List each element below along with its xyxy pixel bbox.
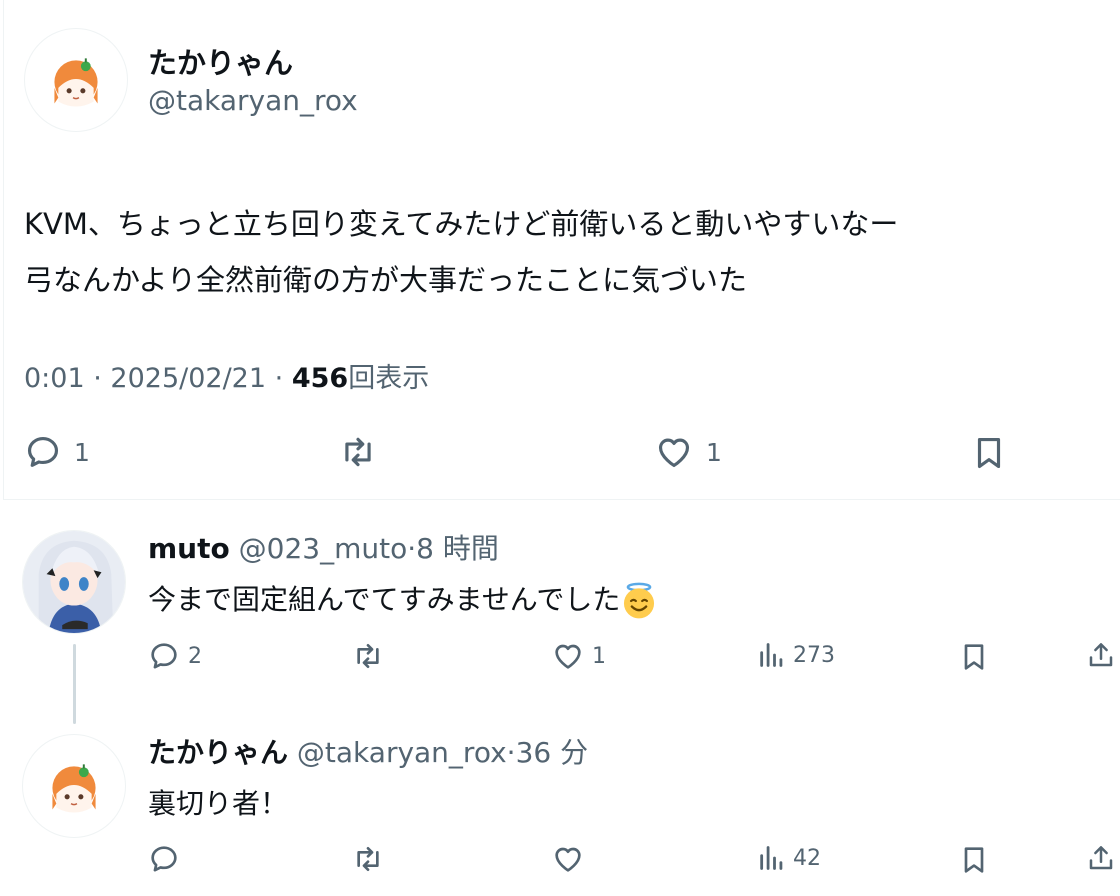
like-button[interactable]	[552, 843, 584, 875]
share-button[interactable]	[1086, 638, 1116, 672]
tweet-metadata: 0:01 · 2025/02/21 · 456回表示	[24, 356, 429, 395]
views-button[interactable]: 42	[757, 843, 821, 873]
thread-connector	[73, 644, 76, 724]
reply-count: 1	[74, 437, 90, 467]
like-icon	[555, 644, 581, 669]
section-divider	[3, 499, 1120, 500]
retweet-button[interactable]	[350, 640, 386, 672]
bookmark-button[interactable]	[970, 433, 1008, 473]
reply-icon	[151, 643, 177, 669]
views-count: 456	[291, 363, 349, 394]
like-icon	[555, 847, 581, 872]
retweet-icon	[345, 437, 371, 467]
meta-separator: ·	[407, 532, 417, 565]
reply-time[interactable]: 36 分	[516, 736, 589, 769]
reply-header: muto @023_muto·8 時間	[148, 527, 499, 567]
reply-text: 今まで固定組んでてすみませんでした	[148, 578, 658, 620]
share-icon	[1089, 643, 1113, 667]
reply-text: 裏切り者！	[148, 782, 288, 822]
like-count: 1	[706, 437, 722, 467]
reply-icon	[27, 436, 59, 467]
like-count: 1	[592, 643, 606, 669]
retweet-button[interactable]	[350, 843, 386, 875]
views-icon	[760, 846, 783, 870]
like-button[interactable]: 1	[552, 640, 606, 672]
reply-text-content: 今まで固定組んでてすみませんでした	[148, 583, 621, 616]
bookmark-button[interactable]	[958, 640, 990, 674]
halo-emoji	[624, 582, 655, 619]
bookmark-button[interactable]	[958, 843, 990, 877]
reply-button[interactable]: 1	[24, 433, 90, 471]
tweet-time[interactable]: 0:01	[24, 363, 85, 394]
main-author-handle[interactable]: @takaryan_rox	[148, 84, 358, 117]
reply-author-avatar[interactable]	[22, 734, 126, 838]
tweet-date[interactable]: 2025/02/21	[110, 363, 266, 394]
main-author-name[interactable]: たかりゃん	[148, 40, 293, 82]
anime-character-avatar-image	[23, 531, 125, 633]
reply-header: たかりゃん @takaryan_rox·36 分	[148, 731, 588, 771]
retweet-icon	[357, 847, 379, 871]
meta-separator: ·	[506, 736, 516, 769]
orange-character-avatar-image	[52, 764, 96, 813]
meta-separator: ·	[93, 363, 102, 394]
tweet-text-line: KVM、ちょっと立ち回り変えてみたけど前衛いると動いやすいなー	[24, 207, 899, 241]
views-count: 273	[793, 642, 835, 668]
tweet-text-line: 弓なんかより全然前衛の方が大事だったことに気づいた	[24, 263, 747, 297]
reply-button[interactable]	[148, 843, 180, 875]
reply-button[interactable]: 2	[148, 640, 202, 672]
reply-author-handle[interactable]: @023_muto	[239, 532, 408, 565]
reply-author-name[interactable]: muto	[148, 532, 230, 565]
left-border	[3, 0, 4, 500]
reply-icon	[151, 846, 177, 872]
retweet-icon	[357, 644, 379, 668]
like-icon	[658, 438, 690, 468]
meta-separator: ·	[274, 363, 284, 394]
reply-author-handle[interactable]: @takaryan_rox	[297, 736, 507, 769]
reply-text-content: 裏切り者！	[148, 787, 289, 820]
reply-count: 2	[188, 643, 202, 669]
bookmark-icon	[964, 847, 984, 873]
bookmark-icon	[977, 437, 1001, 469]
reply-author-avatar[interactable]	[22, 530, 126, 634]
retweet-button[interactable]	[337, 433, 379, 471]
share-icon	[1089, 846, 1113, 870]
reply-time[interactable]: 8 時間	[416, 532, 499, 565]
views-icon	[760, 643, 783, 667]
orange-character-avatar-image	[54, 58, 98, 107]
reply-author-name[interactable]: たかりゃん	[148, 736, 288, 769]
bookmark-icon	[964, 644, 984, 670]
views-count: 42	[793, 845, 821, 871]
share-button[interactable]	[1086, 841, 1116, 875]
main-author-avatar[interactable]	[24, 28, 128, 132]
main-tweet-text: KVM、ちょっと立ち回り変えてみたけど前衛いると動いやすいなー 弓なんかより全然…	[24, 196, 1104, 308]
tweet-page: たかりゃん @takaryan_rox KVM、ちょっと立ち回り変えてみたけど前…	[0, 0, 1120, 896]
like-button[interactable]: 1	[654, 433, 722, 471]
views-label: 回表示	[348, 363, 430, 394]
views-button[interactable]: 273	[757, 640, 835, 670]
